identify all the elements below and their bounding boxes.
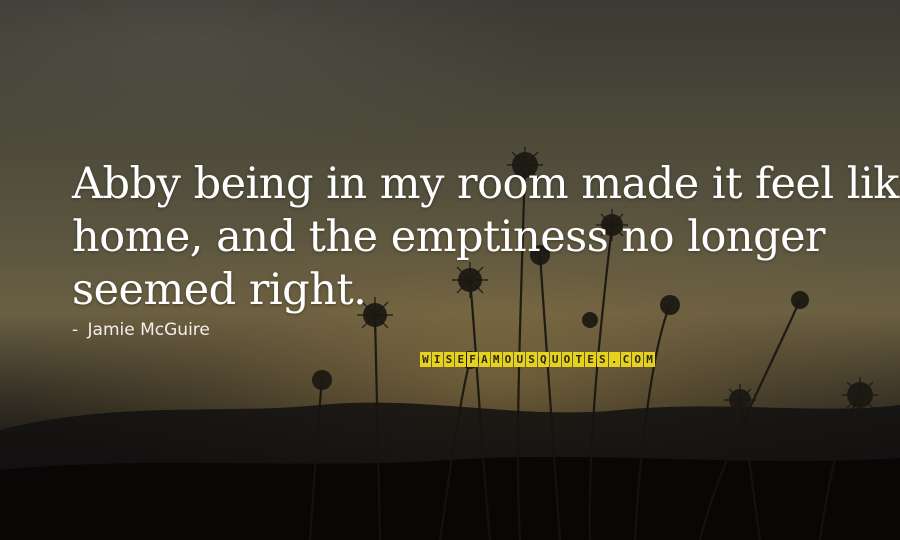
watermark-letter: F xyxy=(467,352,478,367)
watermark-letter: E xyxy=(585,352,596,367)
watermark-letter: U xyxy=(514,352,526,367)
watermark-letter: S xyxy=(526,352,537,367)
watermark-letter: O xyxy=(561,352,573,367)
quote-author: - Jamie McGuire xyxy=(72,320,210,340)
watermark-letter: O xyxy=(502,352,514,367)
quote-line: Abby being in my room made it feel like xyxy=(72,159,900,209)
watermark-letter: O xyxy=(632,352,644,367)
watermark-logo: WISEFAMOUSQUOTES.COM xyxy=(420,352,655,367)
quote-line: seemed right. xyxy=(72,265,367,315)
author-dash: - xyxy=(72,320,79,340)
watermark-letter: S xyxy=(596,352,608,367)
watermark-letter: W xyxy=(420,352,431,367)
watermark-letter: M xyxy=(490,352,502,367)
watermark-letter: I xyxy=(431,352,443,367)
watermark-letter: A xyxy=(478,352,490,367)
watermark-letter: Q xyxy=(537,352,549,367)
quote-image: Abby being in my room made it feel like … xyxy=(0,0,900,540)
watermark-letter: S xyxy=(443,352,455,367)
author-name: Jamie McGuire xyxy=(87,320,210,340)
watermark-letter: E xyxy=(455,352,467,367)
watermark-letter: T xyxy=(573,352,585,367)
watermark-letter: C xyxy=(620,352,632,367)
watermark-letter: U xyxy=(549,352,561,367)
watermark-letter: . xyxy=(608,352,620,367)
quote-text: Abby being in my room made it feel like … xyxy=(72,158,900,317)
quote-line: home, and the emptiness no longer xyxy=(72,212,826,262)
watermark-letter: M xyxy=(644,352,655,367)
